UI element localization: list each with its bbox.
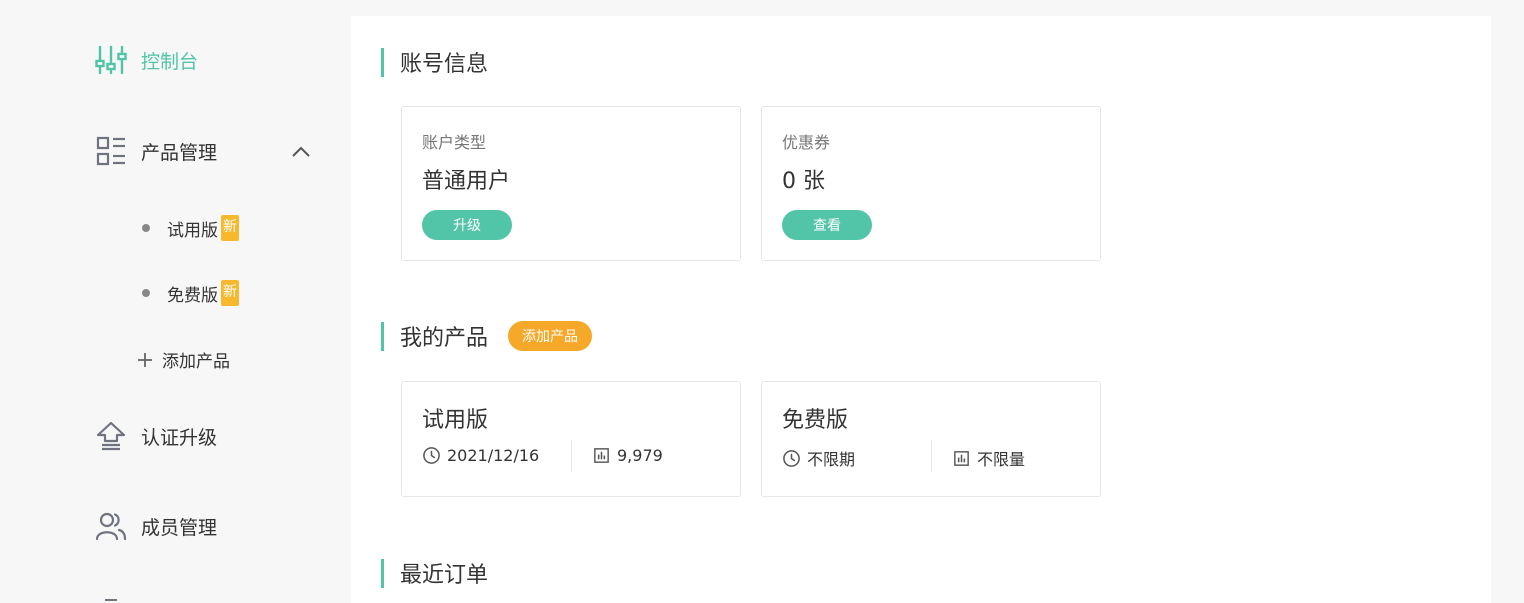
- partial-nav-icon: [105, 599, 117, 601]
- nav-product-management[interactable]: 产品管理: [95, 135, 217, 167]
- product-expiry: 2021/12/16: [422, 446, 539, 465]
- sliders-icon: [95, 44, 127, 76]
- sub-item-free[interactable]: 免费版 新: [140, 280, 239, 306]
- nav-product-management-label: 产品管理: [141, 141, 218, 164]
- product-quota: 不限量: [952, 446, 1025, 470]
- list-grid-icon: [95, 135, 127, 167]
- nav-member-management[interactable]: 成员管理: [95, 510, 217, 542]
- product-quota: 9,979: [592, 446, 663, 465]
- chevron-up-icon[interactable]: [290, 141, 312, 161]
- sub-item-trial[interactable]: 试用版 新: [140, 215, 239, 241]
- coupon-label: 优惠券: [782, 133, 831, 152]
- section-accent-bar: [381, 321, 384, 351]
- section-my-products: 我的产品 添加产品: [381, 320, 593, 352]
- sub-item-free-label: 免费版: [167, 285, 218, 306]
- divider: [931, 440, 932, 472]
- bar-chart-icon: [954, 450, 969, 466]
- nav-verify-upgrade[interactable]: 认证升级: [95, 420, 217, 452]
- section-recent-orders: 最近订单: [381, 557, 488, 589]
- account-type-label: 账户类型: [422, 133, 487, 152]
- main-panel: 账号信息 账户类型 普通用户 升级 优惠券 0 张 查看 我的产品 添加产品 试…: [351, 16, 1491, 603]
- account-type-card: 账户类型 普通用户 升级: [401, 106, 741, 261]
- clock-icon: [783, 449, 800, 467]
- product-expiry-value: 不限期: [807, 450, 856, 469]
- section-recent-orders-title: 最近订单: [400, 563, 489, 588]
- bar-chart-icon: [594, 448, 609, 463]
- product-card-trial[interactable]: 试用版 2021/12/16 9,979: [401, 381, 741, 497]
- nav-console-label: 控制台: [141, 50, 199, 73]
- sidebar: 控制台 产品管理 试用版 新 免费版 新 添加产品 认证升级 成员管理: [0, 0, 351, 603]
- product-quota-value: 不限量: [977, 450, 1026, 469]
- view-coupon-button[interactable]: 查看: [782, 210, 872, 240]
- users-icon: [95, 510, 127, 542]
- upgrade-button[interactable]: 升级: [422, 210, 512, 240]
- coupon-card: 优惠券 0 张 查看: [761, 106, 1101, 261]
- product-name: 试用版: [422, 408, 489, 433]
- divider: [571, 440, 572, 472]
- plus-icon: [138, 352, 152, 367]
- product-name: 免费版: [782, 408, 849, 433]
- section-account-info: 账号信息: [381, 46, 488, 78]
- new-badge: 新: [221, 215, 239, 241]
- section-account-info-title: 账号信息: [400, 52, 489, 77]
- product-card-free[interactable]: 免费版 不限期 不限量: [761, 381, 1101, 497]
- nav-console[interactable]: 控制台: [95, 44, 198, 76]
- product-quota-value: 9,979: [617, 446, 663, 465]
- section-my-products-title: 我的产品: [400, 326, 489, 351]
- new-badge: 新: [221, 280, 239, 306]
- sub-item-trial-label: 试用版: [167, 220, 218, 241]
- product-expiry-value: 2021/12/16: [447, 446, 540, 465]
- sub-item-add-product[interactable]: 添加产品: [138, 347, 230, 372]
- section-accent-bar: [381, 558, 384, 588]
- section-accent-bar: [381, 47, 384, 77]
- nav-verify-upgrade-label: 认证升级: [141, 426, 218, 449]
- clock-icon: [423, 447, 440, 464]
- account-type-value: 普通用户: [422, 169, 511, 194]
- product-expiry: 不限期: [782, 446, 855, 470]
- bullet-dot: [142, 224, 150, 232]
- sub-item-add-product-label: 添加产品: [162, 352, 230, 372]
- upgrade-arrow-icon: [95, 420, 127, 452]
- bullet-dot: [142, 289, 150, 297]
- coupon-value: 0 张: [782, 169, 825, 194]
- add-product-button[interactable]: 添加产品: [508, 321, 593, 351]
- nav-member-management-label: 成员管理: [141, 516, 218, 539]
